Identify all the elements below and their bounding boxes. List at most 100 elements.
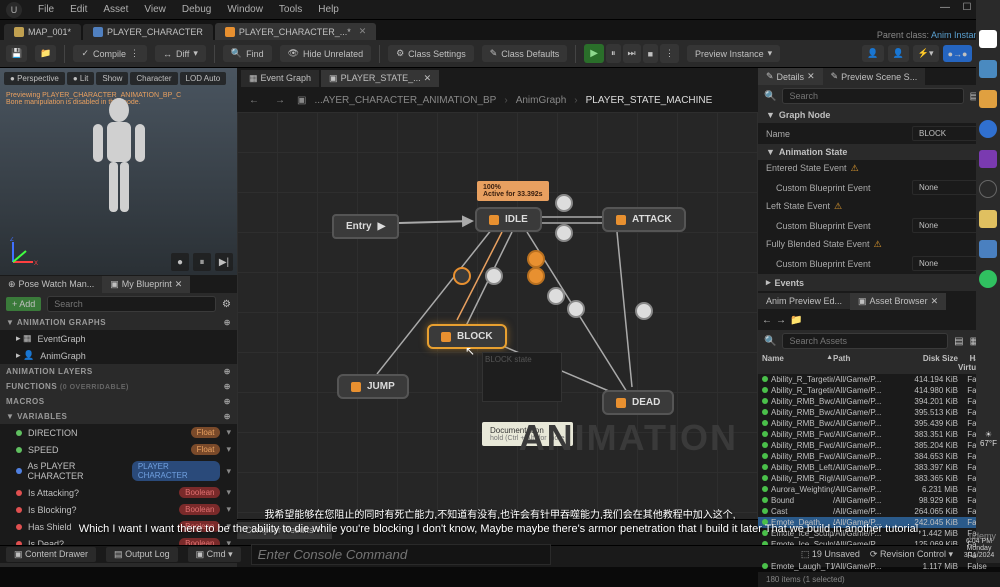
asset-row[interactable]: Ability_R_Targeting_M/All/Game/P...414.9… <box>758 385 1000 396</box>
menu-debug[interactable]: Debug <box>182 4 211 15</box>
content-drawer-button[interactable]: ▣ Content Drawer <box>6 547 96 562</box>
skeleton-mode-button[interactable]: 👤 <box>862 45 883 62</box>
asset-row[interactable]: Ability_RMB_Left/All/Game/P...383.397 Ki… <box>758 462 1000 473</box>
node-dead[interactable]: DEAD <box>602 390 674 415</box>
eject-button[interactable]: ⋮ <box>660 44 679 63</box>
search-icon[interactable] <box>979 30 997 48</box>
transition-node[interactable] <box>527 250 545 268</box>
tab-my-blueprint[interactable]: ▣ My Blueprint ✕ <box>102 276 190 293</box>
menu-file[interactable]: File <box>38 4 54 15</box>
tab-preview-scene[interactable]: ✎ Preview Scene S... <box>823 68 926 85</box>
class-defaults-button[interactable]: ✎ Class Defaults <box>482 45 568 62</box>
vp-perspective[interactable]: ● Perspective <box>4 72 65 85</box>
output-log-button[interactable]: ▤ Output Log <box>106 547 178 562</box>
compile-button[interactable]: ✓ Compile ⋮ <box>73 45 147 62</box>
vp-pause-button[interactable]: ⏸ <box>193 253 211 271</box>
transition-node[interactable] <box>547 287 565 305</box>
vp-lod[interactable]: LOD Auto <box>180 72 227 85</box>
asset-row[interactable]: Ability_RMB_FwdLeft/All/Game/P...385.204… <box>758 440 1000 451</box>
nav-fwd-icon[interactable]: → <box>271 95 289 106</box>
save-button[interactable]: 💾 <box>6 45 27 62</box>
app-icon[interactable] <box>979 150 997 168</box>
node-entry[interactable]: Entry ▶ <box>332 214 399 239</box>
play-button[interactable]: ▶ <box>584 44 604 63</box>
asset-row[interactable]: Aurora_Weighting_wo/All/Game/P...6.231 M… <box>758 484 1000 495</box>
minimize-icon[interactable]: — <box>938 2 952 13</box>
variable-item[interactable]: SPEEDFloat▾ <box>0 441 237 458</box>
nav-back-icon[interactable]: ← <box>245 95 263 106</box>
item-event-graph[interactable]: ▸ ▦ EventGraph <box>0 330 237 347</box>
graph-canvas[interactable]: Entry ▶ 100%Active for 33.392s IDLE ATTA… <box>237 112 758 519</box>
add-button[interactable]: + Add <box>6 297 41 311</box>
asset-row[interactable]: Ability_RMB_BwdRigh/All/Game/P...395.439… <box>758 418 1000 429</box>
stop-button[interactable]: ■ <box>643 44 658 63</box>
tab-state-machine[interactable]: ▣ PLAYER_STATE_... ✕ <box>321 70 439 87</box>
variable-item[interactable]: DIRECTIONFloat▾ <box>0 424 237 441</box>
browse-button[interactable]: 📁 <box>35 45 56 62</box>
asset-row[interactable]: Ability_R_Targeting_.../All/Game/P...414… <box>758 374 1000 385</box>
section-macros[interactable]: MACROS⊕ <box>0 394 237 409</box>
settings-icon[interactable]: ⚙ <box>222 299 231 310</box>
variable-item[interactable]: As PLAYER CHARACTERPLAYER CHARACTER▾ <box>0 458 237 484</box>
mybp-search-input[interactable] <box>47 296 216 312</box>
crumb-bp[interactable]: ...AYER_CHARACTER_ANIMATION_BP <box>314 95 496 106</box>
transition-node[interactable] <box>485 267 503 285</box>
copilot-icon[interactable] <box>979 60 997 78</box>
app-icon[interactable] <box>979 210 997 228</box>
clock[interactable]: 6:04 PMMonday3/11/2024 <box>960 538 998 559</box>
animbp-mode-button[interactable]: ●→● <box>943 45 973 62</box>
menu-tools[interactable]: Tools <box>279 4 302 15</box>
section-graph-node[interactable]: ▼ Graph Node <box>758 107 1000 123</box>
skip-button[interactable]: ⏭ <box>623 44 641 63</box>
preview-instance-dropdown[interactable]: Preview Instance ▾ <box>687 45 780 62</box>
transition-node[interactable] <box>567 300 585 318</box>
item-anim-graph[interactable]: ▸ 👤 AnimGraph <box>0 347 237 364</box>
find-button[interactable]: 🔍 Find <box>223 45 272 62</box>
console-command-input[interactable] <box>251 544 551 565</box>
app-icon[interactable] <box>979 240 997 258</box>
mesh-mode-button[interactable]: 👤 <box>888 45 909 62</box>
vp-lit[interactable]: ● Lit <box>67 72 95 85</box>
asset-search-input[interactable] <box>782 333 948 349</box>
pause-button[interactable]: ⏸ <box>606 44 621 63</box>
menu-asset[interactable]: Asset <box>103 4 128 15</box>
preview-viewport[interactable]: ● Perspective ● Lit Show Character LOD A… <box>0 68 237 275</box>
section-anim-state[interactable]: ▼ Animation State <box>758 144 1000 160</box>
explorer-icon[interactable] <box>979 90 997 108</box>
tab-player-character[interactable]: PLAYER_CHARACTER <box>83 24 213 40</box>
menu-help[interactable]: Help <box>318 4 339 15</box>
class-settings-button[interactable]: ⚙ Class Settings <box>388 45 474 62</box>
hide-unrelated-button[interactable]: 👁 Hide Unrelated <box>280 45 371 62</box>
node-idle[interactable]: 100%Active for 33.392s IDLE <box>475 207 542 232</box>
revision-control-button[interactable]: ⟳ Revision Control ▾ <box>870 549 953 560</box>
transition-node[interactable] <box>555 224 573 242</box>
asset-row[interactable]: Ability_RMB_BwdLeft/All/Game/P...395.513… <box>758 407 1000 418</box>
anim-mode-button[interactable]: ⚡▾ <box>913 45 939 62</box>
asset-row[interactable]: Ability_RMB_Right/All/Game/P...383.365 K… <box>758 473 1000 484</box>
details-search-input[interactable] <box>782 88 963 104</box>
transition-node[interactable] <box>635 302 653 320</box>
asset-row[interactable]: Bound/All/Game/P...98.929 KiBFalse <box>758 495 1000 506</box>
close-icon[interactable]: ✕ <box>175 279 183 290</box>
tab-map[interactable]: MAP_001* <box>4 24 81 40</box>
ue-icon[interactable] <box>979 180 997 198</box>
section-anim-layers[interactable]: ANIMATION LAYERS⊕ <box>0 364 237 379</box>
tab-details[interactable]: ✎ Details ✕ <box>758 68 823 85</box>
nav-fwd-icon[interactable]: → <box>776 315 786 326</box>
weather-widget[interactable]: ☀67°F <box>980 430 997 448</box>
asset-row[interactable]: Ability_RMB_FwdRight/All/Game/P...384.65… <box>758 451 1000 462</box>
filter-icon[interactable]: ▤ <box>954 336 963 347</box>
vp-character[interactable]: Character <box>130 72 177 85</box>
crumb-statemachine[interactable]: PLAYER_STATE_MACHINE <box>586 95 713 106</box>
close-icon[interactable]: ✕ <box>931 296 939 307</box>
node-attack[interactable]: ATTACK <box>602 207 686 232</box>
section-variables[interactable]: ▼ VARIABLES⊕ <box>0 409 237 424</box>
menu-view[interactable]: View <box>144 4 166 15</box>
spotify-icon[interactable] <box>979 270 997 288</box>
node-jump[interactable]: JUMP <box>337 374 409 399</box>
unsaved-status[interactable]: ⬚ 19 Unsaved <box>801 549 860 560</box>
menu-window[interactable]: Window <box>227 4 263 15</box>
transition-node[interactable] <box>453 267 471 285</box>
menu-edit[interactable]: Edit <box>70 4 87 15</box>
close-icon[interactable]: ✕ <box>807 71 815 82</box>
